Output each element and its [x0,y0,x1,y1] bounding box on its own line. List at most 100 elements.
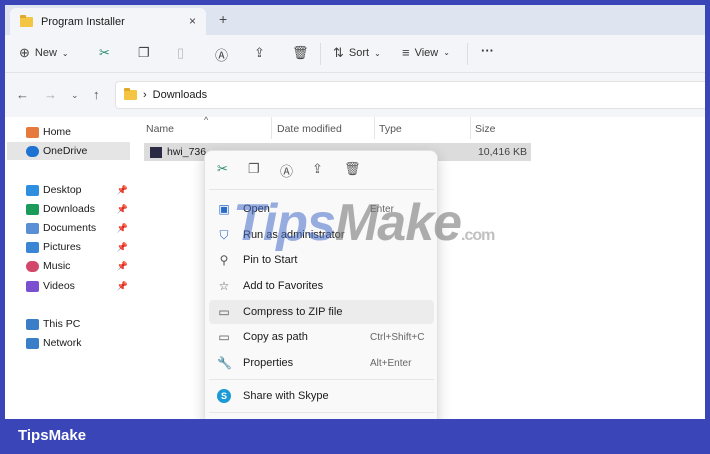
sidebar-label: Downloads [43,203,95,215]
tab-program-installer[interactable]: Program Installer × [10,8,206,35]
menu-item-pin-to-start[interactable]: ⚲ Pin to Start [209,248,434,272]
menu-item-share-skype[interactable]: S Share with Skype [209,384,434,408]
sort-button[interactable]: ⇅ Sort ⌄ [333,45,381,61]
address-input[interactable]: › Downloads [115,81,705,109]
column-header-size[interactable]: Size [475,123,495,135]
pin-icon[interactable]: 📌 [117,242,128,253]
sidebar-label: Home [43,126,72,138]
star-icon: ☆ [218,279,230,293]
column-header-name[interactable]: Name [146,123,174,135]
menu-label: Open [243,203,270,215]
menu-item-add-to-favorites[interactable]: ☆ Add to Favorites [209,274,434,298]
sidebar-item-this-pc[interactable]: This PC [7,315,130,333]
skype-icon: S [217,389,231,403]
menu-label: Compress to ZIP file [243,306,343,318]
sidebar-item-documents[interactable]: Documents 📌 [7,219,130,237]
breadcrumb-separator: › [143,89,147,101]
tab-bar: Program Installer × + [5,5,705,35]
copy-icon[interactable]: ❐ [138,45,150,61]
document-icon [26,222,39,234]
paste-icon[interactable]: ▯ [177,45,184,61]
pin-icon[interactable]: 📌 [117,223,128,234]
shield-icon: ⛉ [219,227,229,242]
back-icon[interactable]: ← [16,87,29,102]
cut-icon[interactable]: ✂ [217,161,228,177]
desktop-icon [26,184,39,196]
menu-shortcut: Ctrl+Shift+C [370,331,425,343]
download-icon [26,203,39,215]
sidebar-item-videos[interactable]: Videos 📌 [7,277,130,295]
sidebar-label: Desktop [43,184,82,196]
menu-item-open[interactable]: ▣ Open Enter [209,197,434,221]
view-button[interactable]: ≡ View ⌄ [402,45,450,60]
home-icon [26,126,39,138]
cut-icon[interactable]: ✂ [99,45,110,61]
close-tab-icon[interactable]: × [189,14,196,28]
pin-icon[interactable]: 📌 [117,261,128,272]
rename-icon[interactable]: Ⓐ [215,45,228,64]
menu-label: Properties [243,357,294,369]
zip-folder-icon: ▭ [218,305,230,319]
menu-item-copy-as-path[interactable]: ▭ Copy as path Ctrl+Shift+C [209,325,434,349]
view-label: View [414,46,439,59]
plus-circle-icon: ⊕ [19,45,30,60]
forward-icon[interactable]: → [44,87,57,102]
view-icon: ≡ [402,45,410,60]
network-icon [26,337,39,349]
menu-label: Add to Favorites [243,280,324,292]
sidebar-label: Pictures [43,241,81,253]
delete-icon[interactable]: 🗑 [344,161,361,177]
new-button[interactable]: ⊕ New ⌄ [19,45,69,61]
menu-item-compress-zip[interactable]: ▭ Compress to ZIP file [209,300,434,324]
delete-icon[interactable]: 🗑 [292,45,309,61]
up-icon[interactable]: ↑ [93,87,100,102]
sidebar-item-pictures[interactable]: Pictures 📌 [7,238,130,256]
sidebar-item-home[interactable]: Home [7,123,130,141]
context-menu: ✂ ❐ Ⓐ ⇪ 🗑 ▣ Open Enter ⛉ Run as administrat… [204,150,438,419]
menu-label: Pin to Start [243,254,298,266]
sidebar-item-desktop[interactable]: Desktop 📌 [7,181,130,199]
recent-chevron-icon[interactable]: ⌄ [71,90,79,101]
toolbar: ⊕ New ⌄ ✂ ❐ ▯ Ⓐ ⇪ 🗑 ⇅ Sort ⌄ ≡ View ⌄ ··· [5,35,705,73]
computer-icon [26,318,39,330]
rename-icon[interactable]: Ⓐ [280,161,293,180]
column-header-type[interactable]: Type [379,123,402,135]
open-icon: ▣ [218,202,230,216]
sidebar-item-network[interactable]: Network [7,334,130,352]
menu-item-run-as-admin[interactable]: ⛉ Run as administrator [209,223,434,247]
installer-icon [150,146,162,158]
new-tab-button[interactable]: + [219,11,227,27]
sort-ascending-icon: ^ [204,115,209,125]
pin-icon[interactable]: 📌 [117,204,128,215]
sidebar-item-music[interactable]: Music 📌 [7,257,130,275]
wrench-icon: 🔧 [217,356,232,370]
menu-label: Copy as path [243,331,308,343]
pin-icon[interactable]: 📌 [117,185,128,196]
share-icon[interactable]: ⇪ [312,161,323,177]
menu-item-properties[interactable]: 🔧 Properties Alt+Enter [209,351,434,375]
sort-label: Sort [348,47,370,59]
column-header-date[interactable]: Date modified [277,123,342,135]
breadcrumb-downloads[interactable]: Downloads [153,89,207,101]
file-size: 10,416 KB [477,146,527,158]
menu-shortcut: Alt+Enter [370,357,412,369]
sidebar-label: Network [43,337,82,349]
folder-icon [124,88,137,100]
pictures-icon [26,241,39,253]
menu-shortcut: Enter [370,203,394,215]
sidebar-label: This PC [43,318,81,330]
sidebar-item-onedrive[interactable]: OneDrive [7,142,130,160]
menu-label: Share with Skype [243,390,329,402]
brand-logo: TipsMake [18,427,87,444]
pin-icon: ⚲ [219,253,229,267]
address-bar-area: ← → ⌄ ↑ › Downloads [5,73,705,117]
new-label: New [34,47,57,59]
pin-icon[interactable]: 📌 [117,281,128,292]
music-icon [26,260,39,272]
sidebar-item-downloads[interactable]: Downloads 📌 [7,200,130,218]
tab-title: Program Installer [41,15,125,28]
share-icon[interactable]: ⇪ [254,45,265,61]
video-icon [26,280,39,292]
copy-icon[interactable]: ❐ [248,161,260,177]
more-button[interactable]: ··· [481,43,494,58]
